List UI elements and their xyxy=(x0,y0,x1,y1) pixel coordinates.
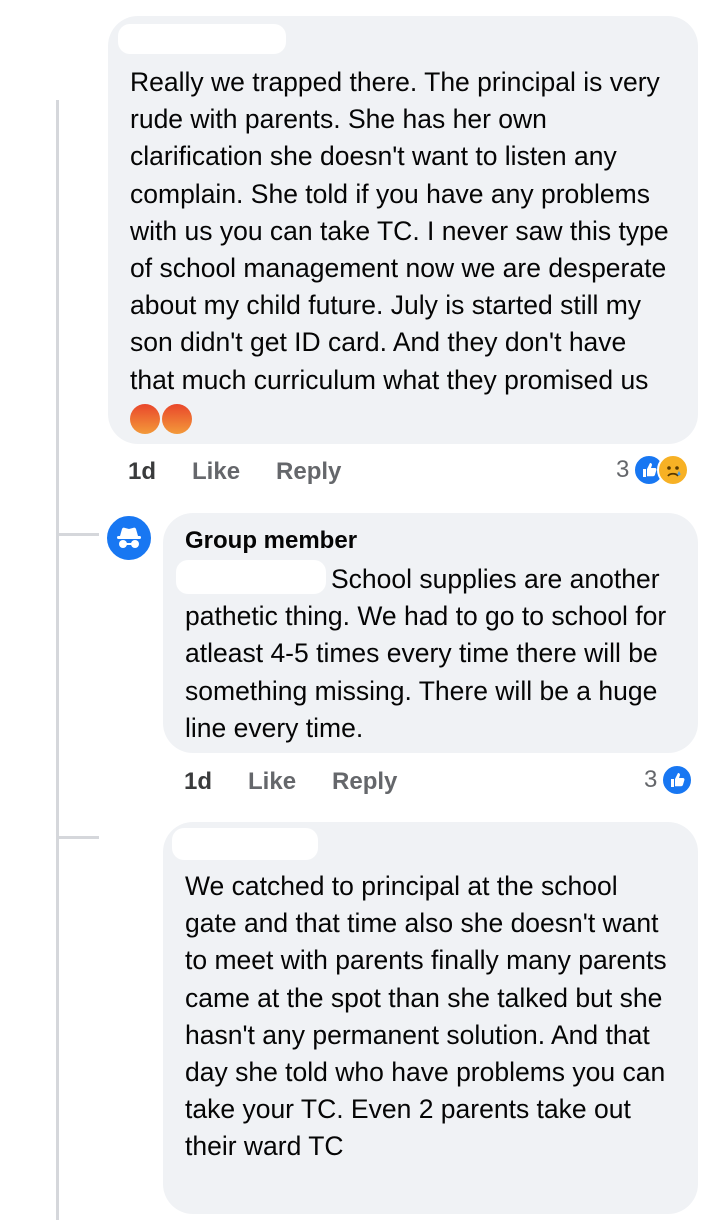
thread-line xyxy=(56,100,59,1220)
reaction-count: 3 xyxy=(644,766,658,793)
comment-actions: 1d Like Reply xyxy=(128,458,377,486)
avatar[interactable] xyxy=(104,513,154,563)
comment-bubble: Really we trapped there. The principal i… xyxy=(108,16,698,444)
angry-face-icon xyxy=(162,403,192,434)
like-button[interactable]: Like xyxy=(248,768,296,796)
comment-bubble: We catched to principal at the school ga… xyxy=(163,822,698,1214)
thread-branch xyxy=(56,486,59,536)
comment-timestamp: 1d xyxy=(184,768,213,795)
comment-author[interactable]: Group member xyxy=(185,527,676,555)
reply-button[interactable]: Reply xyxy=(332,768,397,796)
redacted-mention xyxy=(176,560,326,594)
like-icon xyxy=(661,764,694,796)
sad-icon xyxy=(657,454,690,486)
reaction-summary[interactable]: 3 xyxy=(644,764,694,796)
like-button[interactable]: Like xyxy=(192,458,240,486)
thread-branch-horizontal xyxy=(59,836,99,839)
reaction-summary[interactable]: 3 xyxy=(616,454,690,486)
thread-branch-horizontal xyxy=(59,533,99,536)
comment-text: We catched to principal at the school ga… xyxy=(185,871,667,1162)
anonymous-member-icon xyxy=(117,527,141,548)
comment-actions: 1d Like Reply xyxy=(184,768,433,796)
comment-bubble: Group member School supplies are another… xyxy=(163,513,698,753)
angry-face-icon xyxy=(130,403,160,434)
reaction-count: 3 xyxy=(616,456,630,483)
comment-timestamp: 1d xyxy=(128,458,157,485)
comment-text: Really we trapped there. The principal i… xyxy=(130,64,676,436)
redacted-author-name xyxy=(172,828,318,860)
redacted-author-name xyxy=(118,24,286,54)
reply-button[interactable]: Reply xyxy=(276,458,341,486)
